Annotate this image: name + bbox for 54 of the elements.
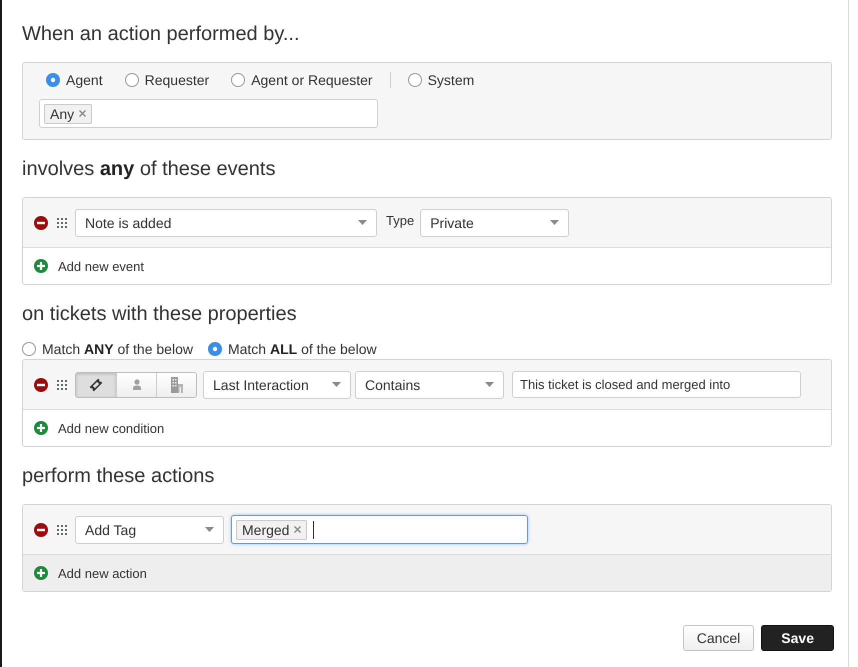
add-event-link[interactable]: Add new event [58, 258, 144, 274]
company-scope-button[interactable] [156, 372, 196, 396]
radio-label[interactable]: Requester [144, 72, 210, 88]
person-icon [132, 379, 142, 390]
section-heading: perform these actions [22, 464, 214, 488]
radio-button[interactable] [408, 73, 422, 87]
radio-button[interactable] [22, 342, 36, 356]
tag-input-field[interactable]: Merged [231, 515, 528, 544]
section-heading: When an action performed by... [22, 22, 300, 46]
radio-label[interactable]: Agent or Requester [251, 72, 373, 88]
close-icon[interactable] [79, 110, 86, 117]
add-icon[interactable] [34, 259, 48, 273]
remove-icon[interactable] [34, 522, 48, 536]
radio-label[interactable]: Match ANY of the below [42, 341, 193, 357]
ticket-icon [89, 378, 103, 392]
caret-icon [205, 527, 214, 532]
radio-button[interactable] [46, 73, 60, 87]
ticket-scope-button[interactable] [76, 372, 116, 396]
type-dropdown[interactable]: Private [420, 208, 570, 236]
drag-handle-icon[interactable] [57, 218, 67, 228]
type-label: Type [386, 213, 414, 228]
radio-button[interactable] [124, 73, 139, 87]
text-cursor-icon [313, 520, 314, 538]
add-icon[interactable] [34, 421, 48, 435]
caret-icon [358, 220, 367, 225]
radio-label[interactable]: System [428, 72, 474, 88]
radio-button[interactable] [231, 73, 246, 87]
caret-icon [332, 382, 341, 387]
section-heading: involves any of these events [22, 157, 276, 181]
tag-chip[interactable]: Any [44, 104, 92, 124]
remove-icon[interactable] [34, 378, 48, 392]
radio-label[interactable]: Match ALL of the below [228, 341, 377, 357]
drag-handle-icon[interactable] [57, 524, 67, 534]
add-icon[interactable] [34, 566, 48, 580]
save-button[interactable]: Save [761, 625, 834, 651]
add-condition-link[interactable]: Add new condition [58, 420, 164, 436]
event-dropdown[interactable]: Note is added [75, 208, 377, 236]
caret-icon [550, 220, 560, 225]
drag-handle-icon[interactable] [57, 380, 67, 390]
field-dropdown[interactable]: Last Interaction [203, 370, 351, 398]
add-action-link[interactable]: Add new action [58, 566, 147, 580]
building-icon [170, 376, 184, 392]
tag-chip[interactable]: Merged [236, 520, 308, 540]
cancel-button[interactable]: Cancel [682, 625, 754, 651]
operator-dropdown[interactable]: Contains [355, 370, 504, 398]
radio-button[interactable] [208, 342, 222, 356]
action-dropdown[interactable]: Add Tag [75, 516, 224, 544]
condition-value-field[interactable]: This ticket is closed and merged into [512, 371, 801, 398]
radio-label[interactable]: Agent [66, 72, 103, 88]
tag-input-field[interactable]: Any [39, 99, 378, 128]
close-icon[interactable] [294, 526, 302, 533]
caret-icon [485, 382, 494, 387]
section-heading: on tickets with these properties [22, 302, 297, 326]
remove-icon[interactable] [34, 216, 48, 230]
